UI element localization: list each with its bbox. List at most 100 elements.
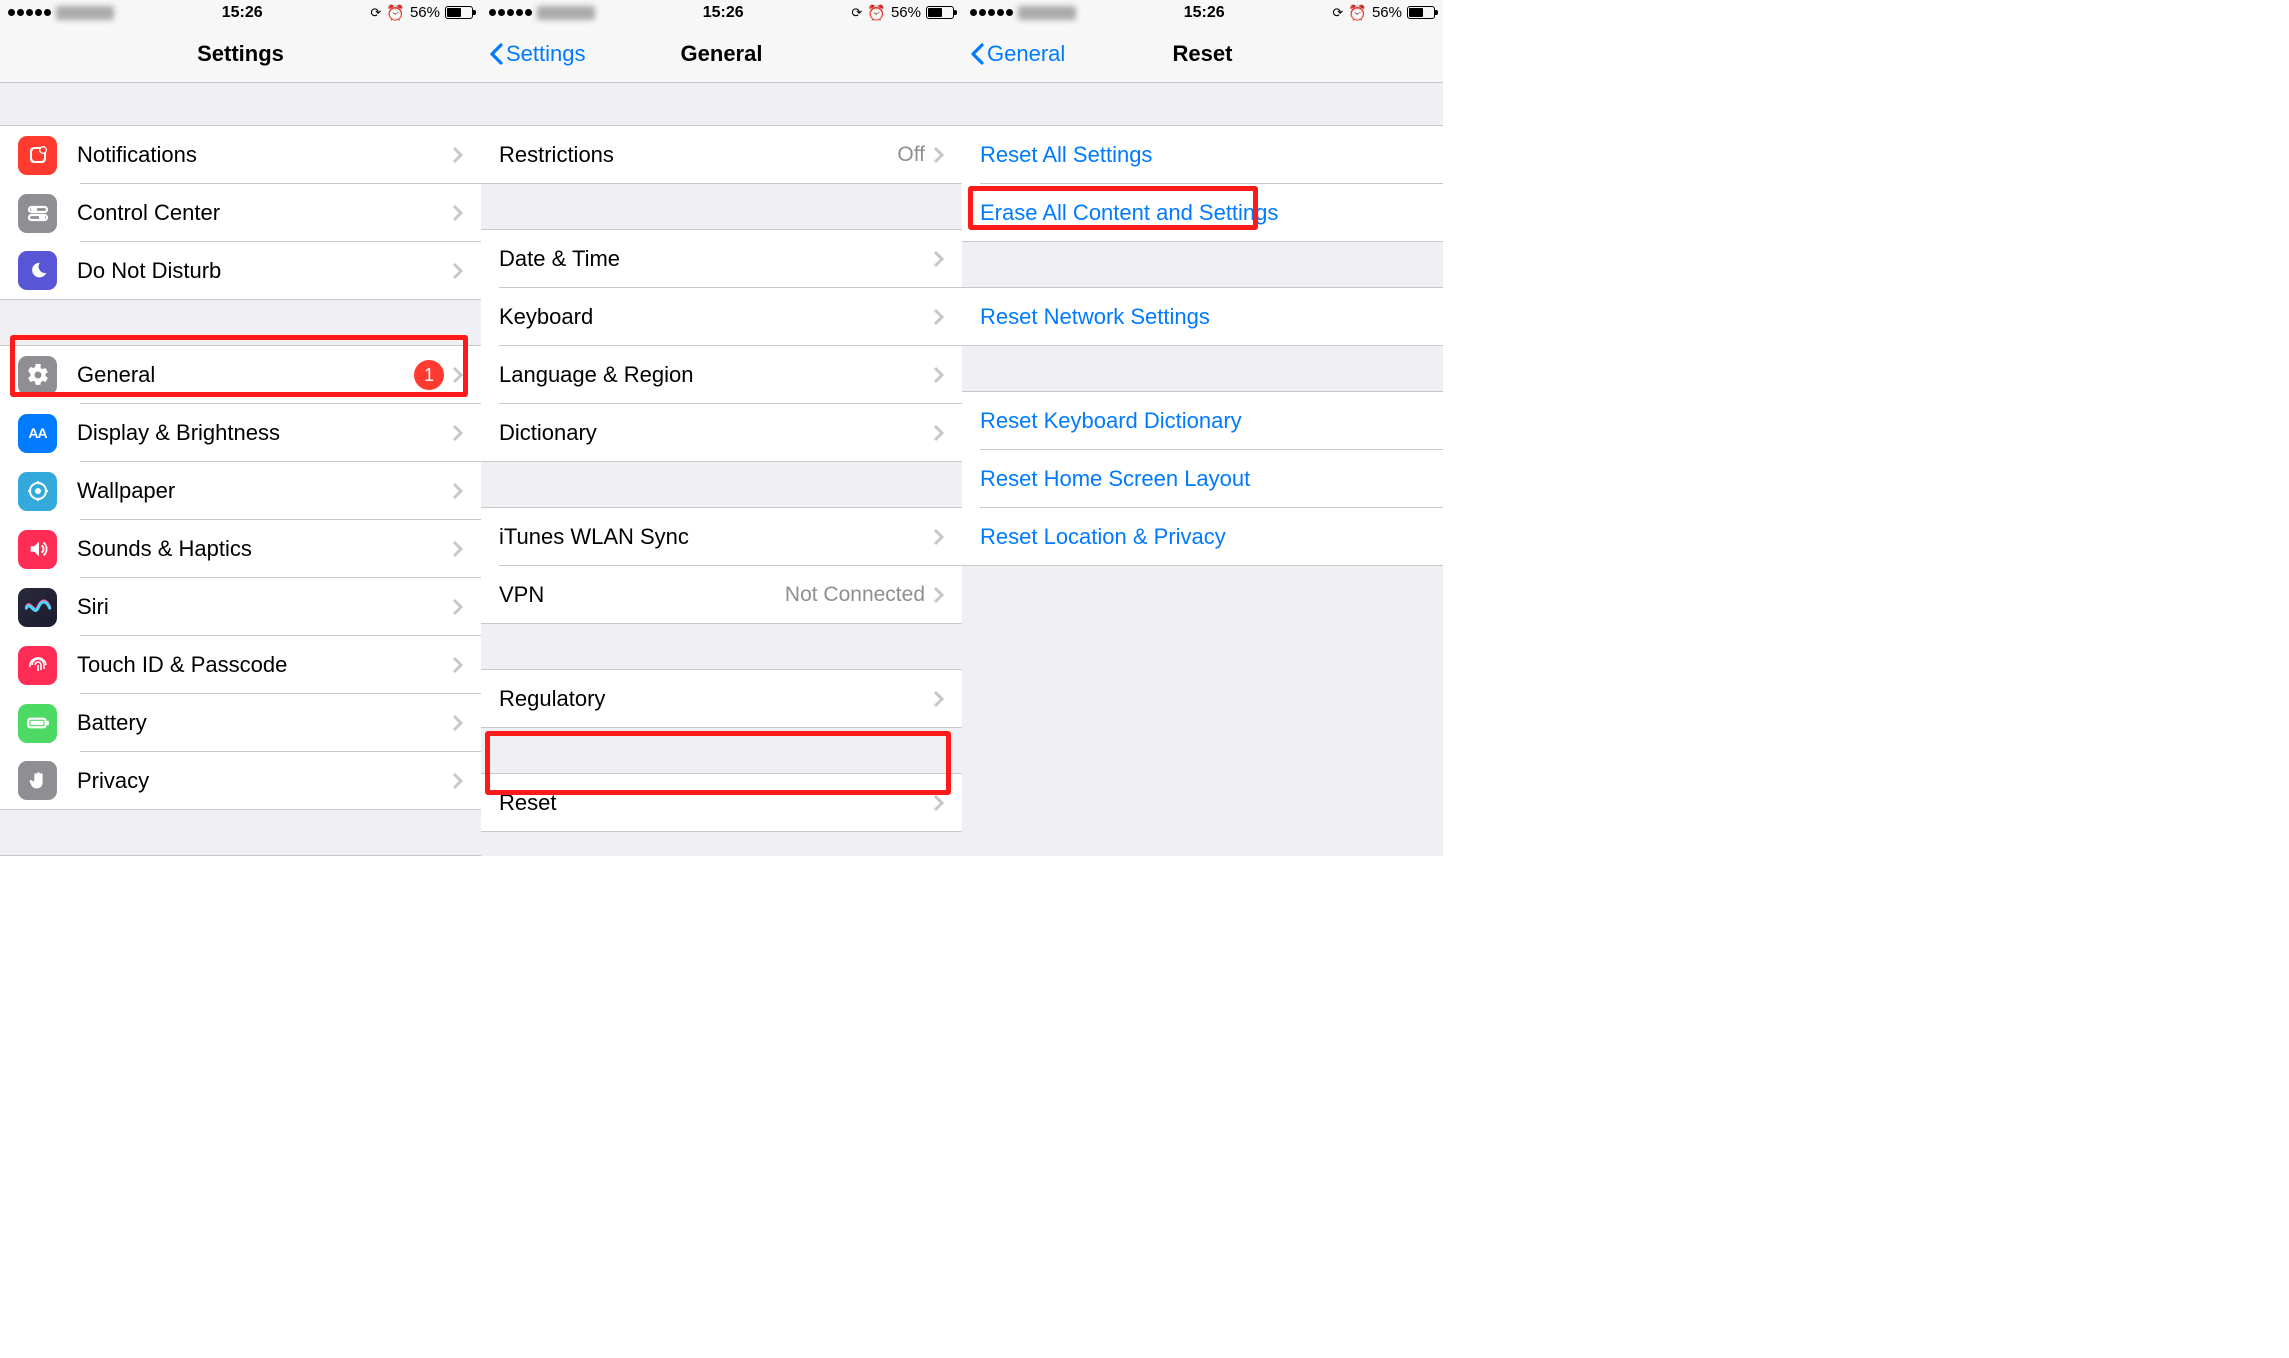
dnd-icon: [18, 251, 57, 290]
carrier-label: [1018, 6, 1076, 20]
carrier-label: [537, 6, 595, 20]
back-button[interactable]: General: [970, 41, 1065, 67]
row-label: General: [77, 362, 414, 388]
row-label: Language & Region: [499, 362, 933, 388]
row-label: Siri: [77, 594, 452, 620]
row-label: Reset Network Settings: [980, 304, 1425, 330]
chevron-right-icon: [452, 366, 463, 384]
row-privacy[interactable]: Privacy: [0, 752, 481, 810]
general-screen: 15:26 ⟳ ⏰ 56% Settings General Restricti…: [481, 0, 962, 856]
rotation-lock-icon: ⟳: [851, 5, 862, 21]
chevron-right-icon: [452, 656, 463, 674]
status-time: 15:26: [222, 4, 263, 22]
row-detail: Not Connected: [785, 583, 925, 607]
chevron-right-icon: [933, 690, 944, 708]
chevron-right-icon: [452, 540, 463, 558]
display-icon: AA: [18, 414, 57, 453]
row-date-time[interactable]: Date & Time: [481, 230, 962, 288]
row-notifications[interactable]: Notifications: [0, 126, 481, 184]
rotation-lock-icon: ⟳: [370, 5, 381, 21]
chevron-right-icon: [452, 204, 463, 222]
sounds-icon: [18, 530, 57, 569]
fingerprint-icon: [18, 646, 57, 685]
row-general[interactable]: General 1: [0, 346, 481, 404]
battery-icon: [445, 6, 473, 19]
chevron-right-icon: [933, 366, 944, 384]
row-label: VPN: [499, 582, 785, 608]
row-label: Dictionary: [499, 420, 933, 446]
signal-dots-icon: [489, 9, 532, 16]
status-time: 15:26: [1184, 4, 1225, 22]
battery-icon: [926, 6, 954, 19]
row-label: iTunes WLAN Sync: [499, 524, 933, 550]
chevron-right-icon: [933, 146, 944, 164]
row-label: Date & Time: [499, 246, 933, 272]
battery-icon: [1407, 6, 1435, 19]
row-label: Keyboard: [499, 304, 933, 330]
row-label: Erase All Content and Settings: [980, 200, 1425, 226]
row-label: Wallpaper: [77, 478, 452, 504]
row-dictionary[interactable]: Dictionary: [481, 404, 962, 462]
nav-bar: Settings General: [481, 25, 962, 83]
row-label: Control Center: [77, 200, 452, 226]
status-bar: 15:26 ⟳ ⏰ 56%: [481, 0, 962, 25]
page-title: Settings: [197, 41, 284, 67]
nav-bar: Settings: [0, 25, 481, 83]
status-bar: 15:26 ⟳ ⏰ 56%: [0, 0, 481, 25]
row-label: Reset: [499, 790, 933, 816]
page-title: General: [681, 41, 763, 67]
row-vpn[interactable]: VPN Not Connected: [481, 566, 962, 624]
privacy-hand-icon: [18, 761, 57, 800]
carrier-label: [56, 6, 114, 20]
row-label: Regulatory: [499, 686, 933, 712]
row-reset-keyboard-dict[interactable]: Reset Keyboard Dictionary: [962, 392, 1443, 450]
chevron-right-icon: [452, 772, 463, 790]
row-touch-id[interactable]: Touch ID & Passcode: [0, 636, 481, 694]
row-regulatory[interactable]: Regulatory: [481, 670, 962, 728]
row-language-region[interactable]: Language & Region: [481, 346, 962, 404]
row-restrictions[interactable]: Restrictions Off: [481, 126, 962, 184]
status-bar: 15:26 ⟳ ⏰ 56%: [962, 0, 1443, 25]
chevron-right-icon: [452, 714, 463, 732]
signal-dots-icon: [970, 9, 1013, 16]
row-label: Display & Brightness: [77, 420, 452, 446]
chevron-right-icon: [452, 146, 463, 164]
row-battery[interactable]: Battery: [0, 694, 481, 752]
back-label: Settings: [506, 41, 586, 67]
row-reset[interactable]: Reset: [481, 774, 962, 832]
row-siri[interactable]: Siri: [0, 578, 481, 636]
row-do-not-disturb[interactable]: Do Not Disturb: [0, 242, 481, 300]
back-label: General: [987, 41, 1065, 67]
back-button[interactable]: Settings: [489, 41, 586, 67]
settings-screen: 15:26 ⟳ ⏰ 56% Settings Notifications Con…: [0, 0, 481, 856]
row-reset-all-settings[interactable]: Reset All Settings: [962, 126, 1443, 184]
chevron-right-icon: [933, 794, 944, 812]
row-control-center[interactable]: Control Center: [0, 184, 481, 242]
row-label: Touch ID & Passcode: [77, 652, 452, 678]
row-wallpaper[interactable]: Wallpaper: [0, 462, 481, 520]
row-reset-home-layout[interactable]: Reset Home Screen Layout: [962, 450, 1443, 508]
battery-percent: 56%: [1372, 4, 1402, 21]
row-reset-network[interactable]: Reset Network Settings: [962, 288, 1443, 346]
row-reset-location-privacy[interactable]: Reset Location & Privacy: [962, 508, 1443, 566]
row-sounds-haptics[interactable]: Sounds & Haptics: [0, 520, 481, 578]
row-keyboard[interactable]: Keyboard: [481, 288, 962, 346]
battery-row-icon: [18, 704, 57, 743]
row-itunes-wlan-sync[interactable]: iTunes WLAN Sync: [481, 508, 962, 566]
row-label: Reset Home Screen Layout: [980, 466, 1425, 492]
chevron-right-icon: [933, 528, 944, 546]
badge-count: 1: [414, 360, 444, 390]
control-center-icon: [18, 194, 57, 233]
wallpaper-icon: [18, 472, 57, 511]
battery-percent: 56%: [410, 4, 440, 21]
row-label: Restrictions: [499, 142, 897, 168]
notifications-icon: [18, 136, 57, 175]
row-erase-all[interactable]: Erase All Content and Settings: [962, 184, 1443, 242]
row-display-brightness[interactable]: AA Display & Brightness: [0, 404, 481, 462]
signal-dots-icon: [8, 9, 51, 16]
chevron-right-icon: [452, 262, 463, 280]
row-detail: Off: [897, 143, 925, 167]
row-label: Sounds & Haptics: [77, 536, 452, 562]
chevron-right-icon: [452, 424, 463, 442]
nav-bar: General Reset: [962, 25, 1443, 83]
